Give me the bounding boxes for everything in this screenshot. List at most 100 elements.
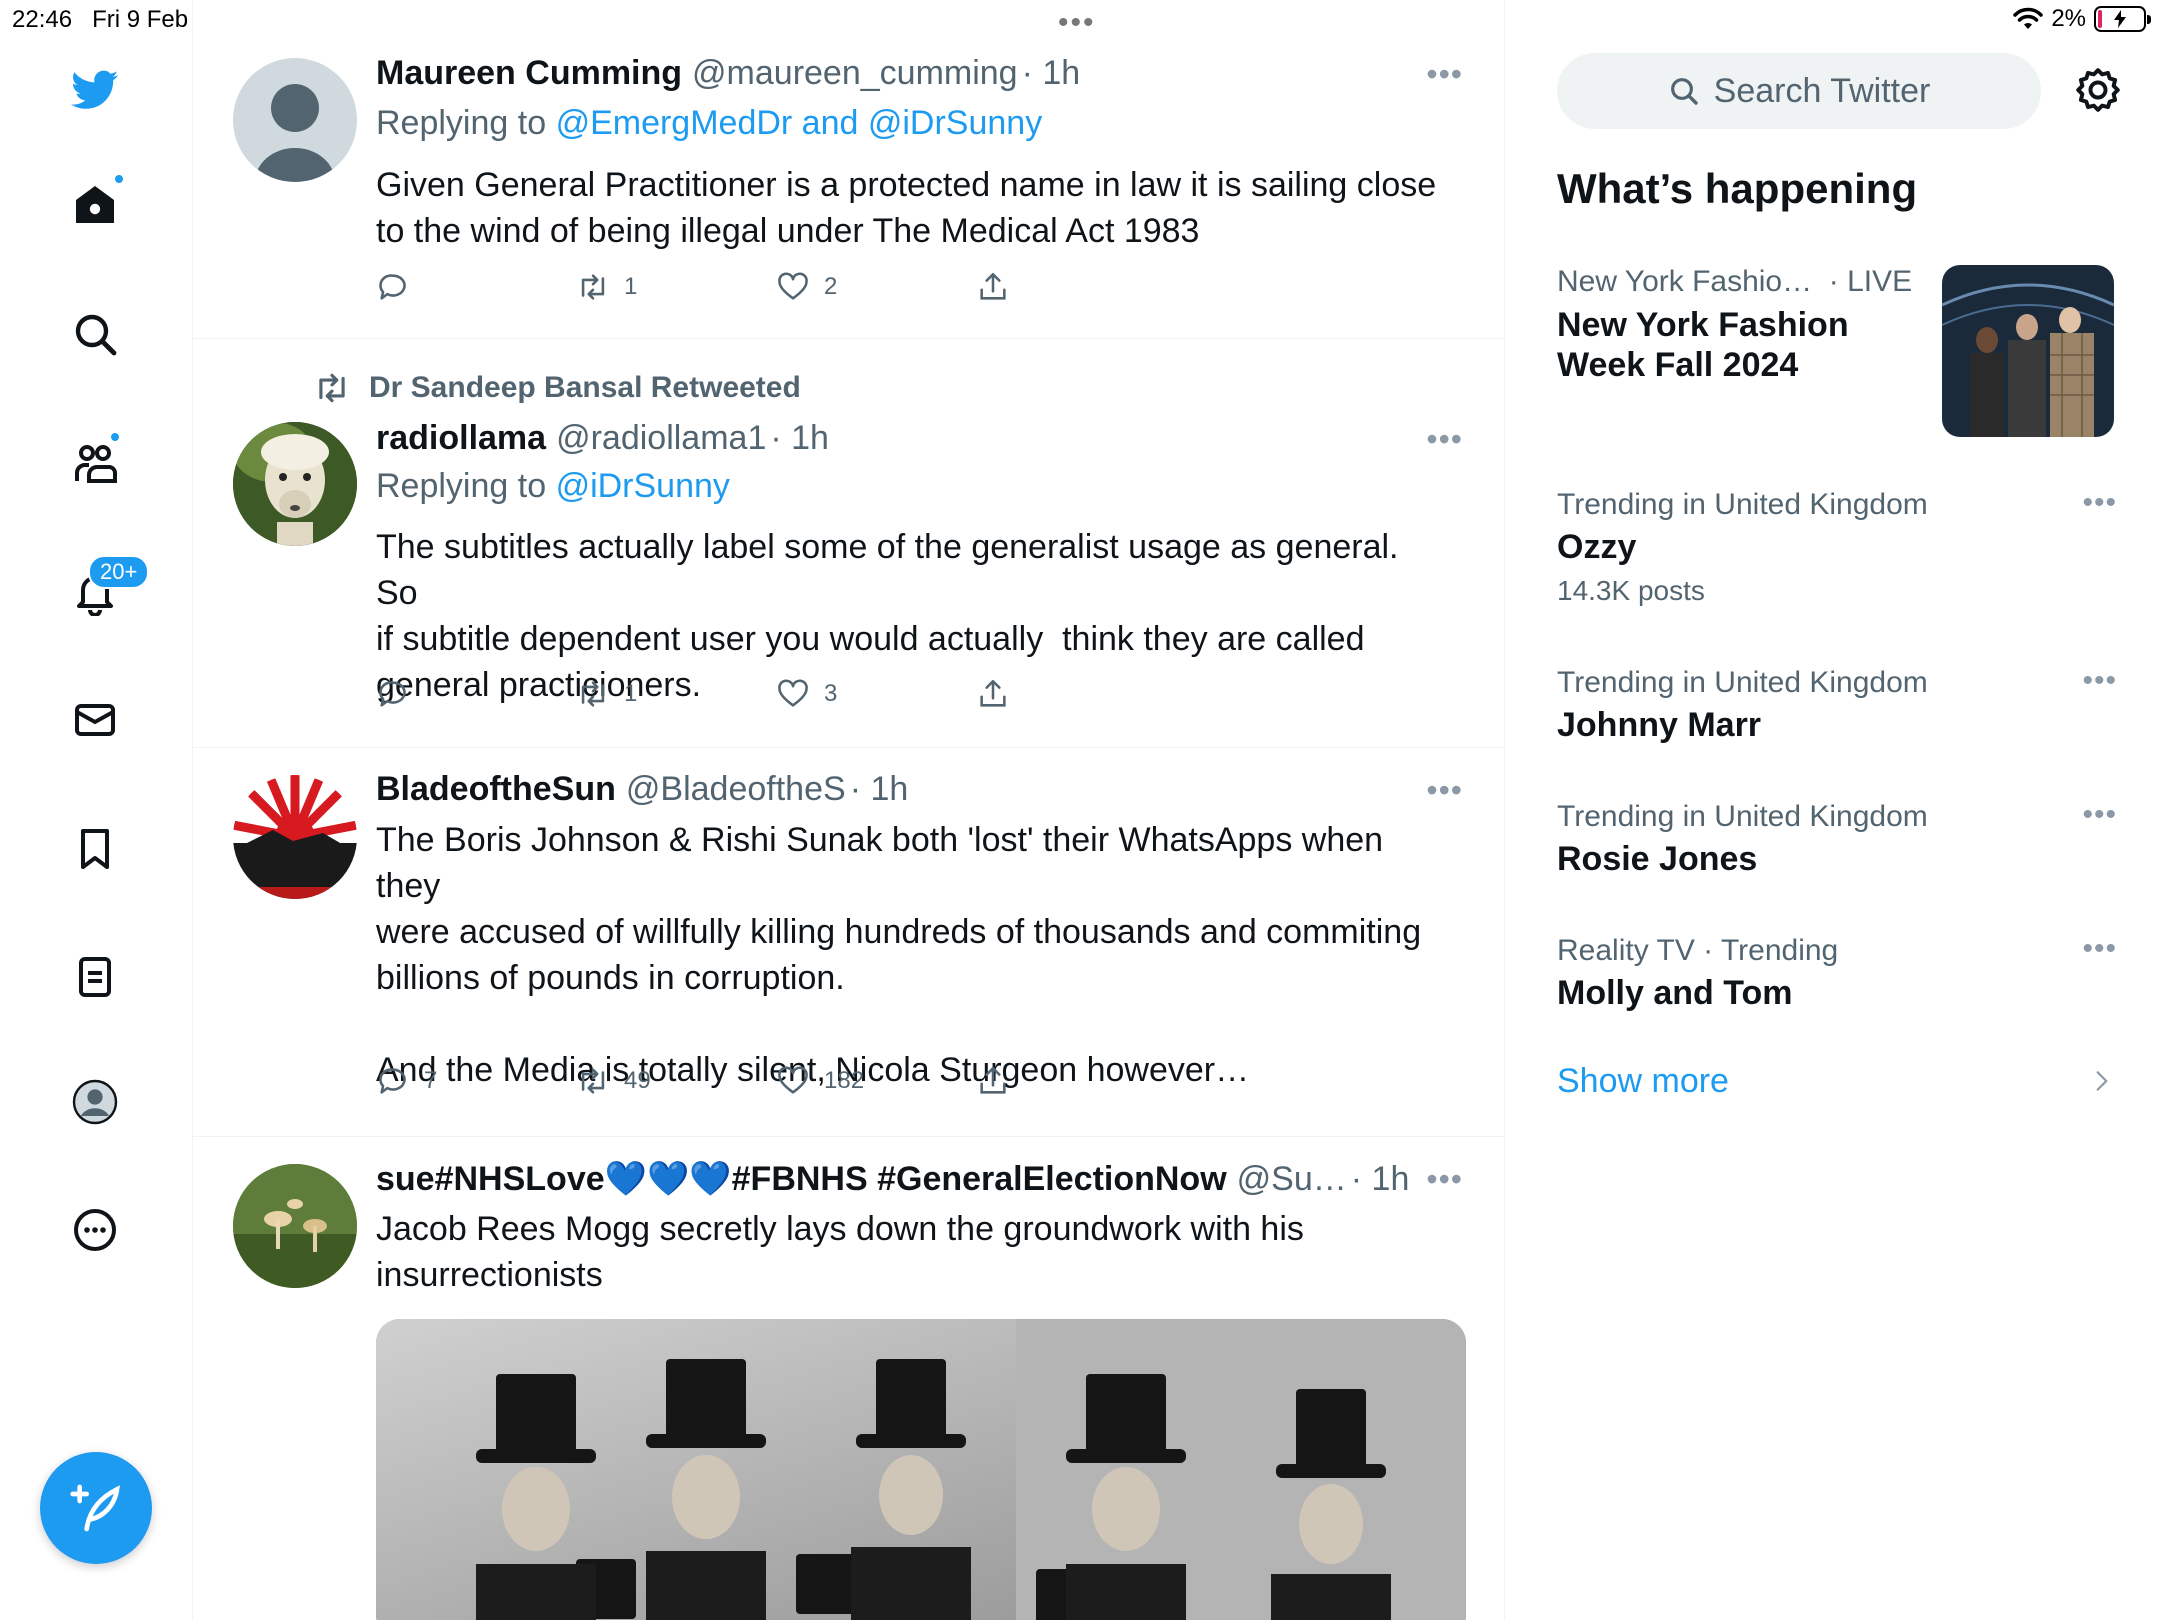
- reply-button[interactable]: [376, 270, 424, 304]
- tweet-time[interactable]: · 1h: [1351, 1160, 1410, 1199]
- radiollama-avatar[interactable]: [233, 422, 357, 546]
- tweet-more-icon[interactable]: •••: [1426, 56, 1463, 93]
- tweet-header: Maureen Cumming @maureen_cumming · 1h: [376, 54, 1080, 93]
- search-input[interactable]: Search Twitter: [1557, 53, 2041, 129]
- sue-avatar[interactable]: [233, 1164, 357, 1288]
- settings-gear-icon[interactable]: [2073, 65, 2123, 115]
- search-placeholder: Search Twitter: [1713, 71, 1931, 110]
- trend-item[interactable]: Trending in United Kingdom Johnny Marr •…: [1557, 664, 2117, 745]
- tweet-card[interactable]: Maureen Cumming @maureen_cumming · 1h ••…: [193, 0, 1504, 339]
- tweet-more-icon[interactable]: •••: [1426, 421, 1463, 458]
- search-icon: [1670, 78, 1698, 105]
- tweet-author-name[interactable]: Maureen Cumming: [376, 54, 682, 93]
- trend-meta: Trending in United Kingdom: [1557, 488, 1928, 521]
- tweet-card[interactable]: sue#NHSLove💙💙💙#FBNHS #GeneralElectionNow…: [193, 1137, 1504, 1620]
- trend-more-icon[interactable]: •••: [2082, 664, 2117, 698]
- twitter-logo-icon[interactable]: [63, 58, 127, 122]
- retweet-button[interactable]: 1: [576, 270, 637, 304]
- heart-icon: [778, 1066, 808, 1094]
- tweet-text: The Boris Johnson & Rishi Sunak both 'lo…: [376, 821, 1422, 1089]
- trend-name: Ozzy: [1557, 528, 1637, 566]
- multitasking-dots[interactable]: •••: [1058, 6, 1096, 40]
- reply-button[interactable]: 7: [376, 1064, 437, 1098]
- profile-avatar-icon[interactable]: [63, 1070, 127, 1134]
- reply-button[interactable]: [376, 677, 424, 711]
- explore-search-icon[interactable]: [63, 302, 127, 366]
- tweet-actions: 1 2: [376, 270, 1016, 310]
- trend-name: Johnny Marr: [1557, 706, 1762, 744]
- more-options-icon[interactable]: [63, 1198, 127, 1262]
- trend-item[interactable]: Trending in United Kingdom Ozzy 14.3K po…: [1557, 486, 2117, 607]
- tweet-author-handle[interactable]: @BladeoftheS: [626, 770, 846, 809]
- tweet-media-photo[interactable]: [376, 1319, 1466, 1620]
- share-button[interactable]: [976, 270, 1010, 304]
- trend-more-icon[interactable]: •••: [2082, 798, 2117, 832]
- lists-icon[interactable]: [63, 945, 127, 1009]
- trend-item[interactable]: Trending in United Kingdom Rosie Jones •…: [1557, 798, 2117, 879]
- home-notification-dot: [113, 173, 125, 185]
- notifications-badge: 20+: [88, 555, 150, 589]
- tweet-time[interactable]: · 1h: [850, 770, 909, 809]
- reply-mentions[interactable]: @iDrSunny: [556, 467, 730, 505]
- battery-percent: 2%: [2051, 5, 2086, 32]
- share-icon: [980, 1066, 1006, 1094]
- retweet-icon: [581, 1068, 605, 1094]
- heart-icon: [778, 679, 808, 707]
- replying-to: Replying to @iDrSunny: [376, 467, 730, 505]
- tweet-header: sue#NHSLove💙💙💙#FBNHS #GeneralElectionNow…: [376, 1159, 1409, 1199]
- chevron-right-icon[interactable]: [2089, 1066, 2115, 1096]
- news-thumbnail-image[interactable]: [1942, 265, 2114, 437]
- retweeted-by-text[interactable]: Dr Sandeep Bansal Retweeted: [369, 371, 801, 405]
- show-more-link[interactable]: Show more: [1557, 1062, 1729, 1101]
- tweet-author-handle[interactable]: @radiollama1: [556, 419, 766, 458]
- communities-notification-dot: [109, 431, 121, 443]
- heart-icon: [778, 272, 808, 300]
- tweet-card[interactable]: Dr Sandeep Bansal Retweeted radiollama @…: [193, 339, 1504, 748]
- tweet-more-icon[interactable]: •••: [1426, 772, 1463, 809]
- tweet-actions: 1 3: [376, 677, 1016, 717]
- trend-name: Rosie Jones: [1557, 840, 1758, 878]
- retweet-button[interactable]: 1: [576, 677, 637, 711]
- like-button[interactable]: 2: [776, 270, 837, 304]
- compose-tweet-button[interactable]: [40, 1452, 152, 1564]
- trend-meta: Trending in United Kingdom: [1557, 800, 1928, 833]
- trend-more-icon[interactable]: •••: [2082, 486, 2117, 520]
- wifi-icon: [2013, 7, 2044, 29]
- tweet-actions: 7 49 182: [376, 1064, 1016, 1104]
- tweet-more-icon[interactable]: •••: [1426, 1161, 1463, 1198]
- tweet-author-handle[interactable]: @maureen_cumming: [692, 54, 1018, 93]
- tweet-card[interactable]: BladeoftheSun @BladeoftheS · 1h ••• The …: [193, 748, 1504, 1137]
- retweet-icon: [581, 681, 605, 707]
- bladeofthesun-avatar[interactable]: [233, 775, 357, 899]
- share-button[interactable]: [976, 1064, 1010, 1098]
- trend-name: Molly and Tom: [1557, 974, 1793, 1012]
- reply-icon: [379, 681, 406, 707]
- like-button[interactable]: 3: [776, 677, 837, 711]
- reply-mentions[interactable]: @EmergMedDr and @iDrSunny: [556, 104, 1043, 142]
- tweet-header: BladeoftheSun @BladeoftheS · 1h: [376, 770, 908, 809]
- share-button[interactable]: [976, 677, 1010, 711]
- reply-icon: [379, 274, 406, 300]
- home-timeline: Maureen Cumming @maureen_cumming · 1h ••…: [193, 0, 1505, 1620]
- status-indicators: 2%: [2013, 5, 2151, 33]
- trend-item-news[interactable]: New York Fashio… · LIVE New York Fashion…: [1557, 265, 1937, 385]
- like-button[interactable]: 182: [776, 1064, 864, 1098]
- home-icon[interactable]: [63, 173, 127, 237]
- messages-envelope-icon[interactable]: [63, 688, 127, 752]
- tweet-author-name[interactable]: radiollama: [376, 419, 546, 458]
- tweet-author-name[interactable]: sue#NHSLove💙💙💙#FBNHS #GeneralElectionNow: [376, 1159, 1227, 1199]
- tweet-header: radiollama @radiollama1 · 1h: [376, 419, 829, 458]
- tweet-time[interactable]: · 1h: [1022, 54, 1081, 93]
- tweet-author-handle[interactable]: @Su…: [1237, 1160, 1347, 1199]
- trend-more-icon[interactable]: •••: [2082, 932, 2117, 966]
- tweet-author-name[interactable]: BladeoftheSun: [376, 770, 616, 809]
- share-icon: [980, 679, 1006, 707]
- default-avatar[interactable]: [233, 58, 357, 182]
- tweet-text: Jacob Rees Mogg secretly lays down the g…: [376, 1210, 1304, 1294]
- communities-icon[interactable]: [63, 431, 127, 495]
- tweet-time[interactable]: · 1h: [770, 419, 829, 458]
- trend-item[interactable]: Reality TV · Trending Molly and Tom •••: [1557, 932, 2117, 1013]
- bookmarks-icon[interactable]: [63, 817, 127, 881]
- battery-icon: [2094, 6, 2151, 32]
- retweet-button[interactable]: 49: [576, 1064, 651, 1098]
